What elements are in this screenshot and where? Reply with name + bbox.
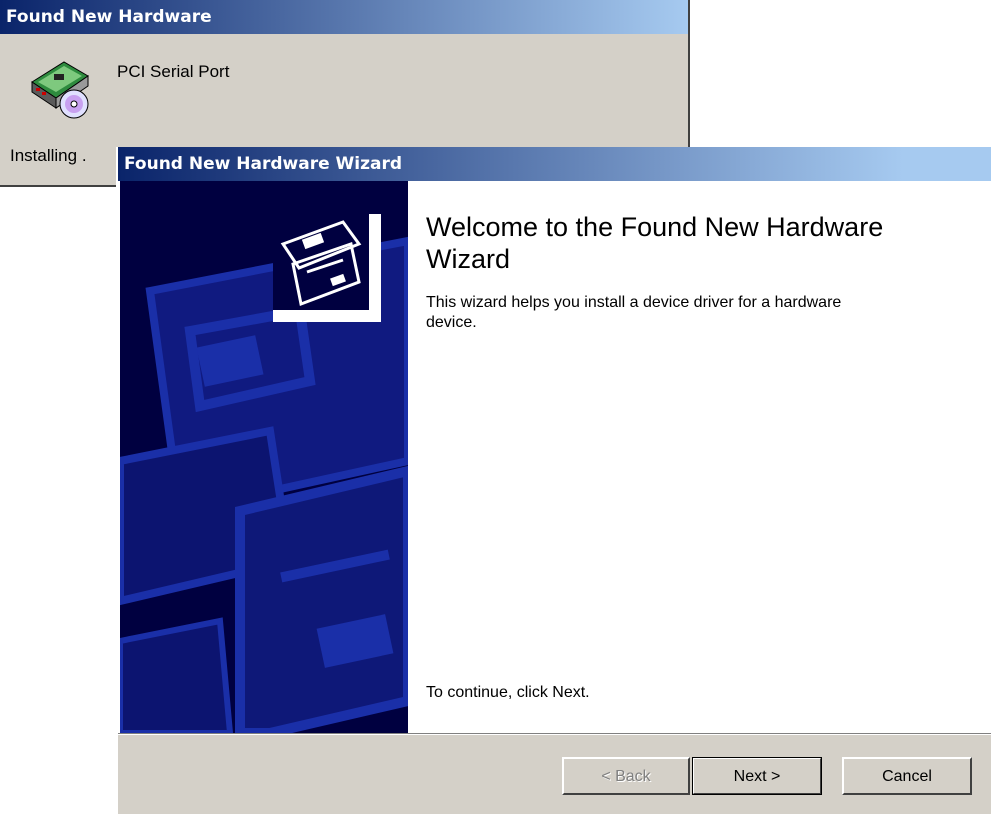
wizard-title: Found New Hardware Wizard: [124, 154, 403, 174]
wizard-title-bar[interactable]: Found New Hardware Wizard: [118, 147, 991, 181]
cancel-button[interactable]: Cancel: [842, 757, 972, 795]
back-window-title-bar[interactable]: Found New Hardware: [0, 0, 688, 34]
device-name: PCI Serial Port: [117, 62, 230, 81]
hardware-wizard-icon: [273, 214, 381, 322]
back-button[interactable]: < Back: [562, 757, 690, 795]
wizard-heading: Welcome to the Found New Hardware Wizard: [426, 212, 884, 274]
next-button[interactable]: Next >: [692, 757, 822, 795]
back-window-title: Found New Hardware: [6, 7, 212, 27]
wizard-side-banner: [120, 181, 408, 733]
wizard-body: Welcome to the Found New Hardware Wizard…: [118, 181, 991, 733]
hardware-wizard-window: Found New Hardware Wizard Welcome to the…: [116, 147, 991, 814]
install-status: Installing .: [10, 146, 87, 165]
wizard-description: This wizard helps you install a device d…: [426, 294, 842, 331]
button-divider: [118, 733, 991, 735]
continue-instruction: To continue, click Next.: [426, 684, 590, 701]
hardware-install-icon: [24, 52, 96, 122]
